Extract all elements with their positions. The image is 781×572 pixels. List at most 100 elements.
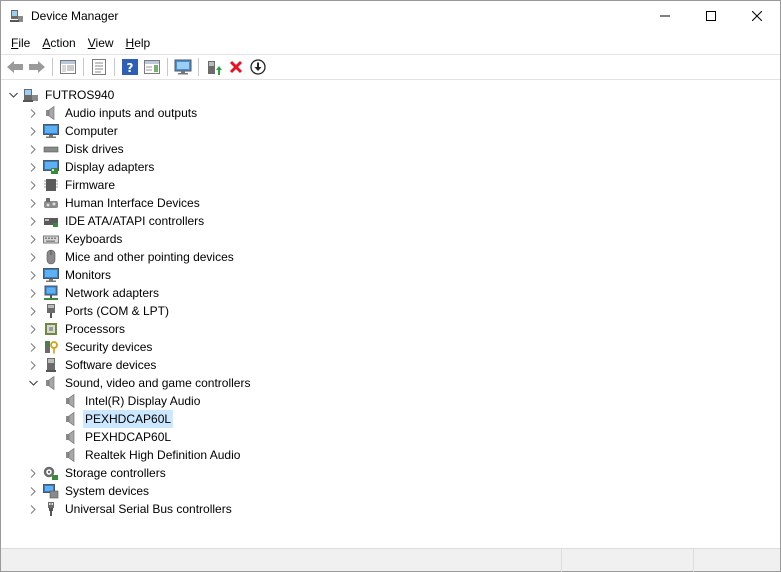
speaker-icon	[63, 447, 79, 463]
expand-toggle[interactable]	[27, 302, 39, 320]
tree-item-label: Firmware	[65, 178, 115, 192]
tree-device[interactable]: Intel(R) Display Audio	[63, 392, 202, 410]
keyboard-icon	[43, 231, 59, 247]
tree-device[interactable]: PEXHDCAP60L	[63, 428, 173, 446]
tree-category[interactable]: Storage controllers	[27, 464, 168, 482]
expand-toggle[interactable]	[27, 212, 39, 230]
tree-category[interactable]: Universal Serial Bus controllers	[27, 500, 234, 518]
mouse-icon	[43, 249, 59, 265]
expand-toggle[interactable]	[27, 338, 39, 356]
expand-toggle[interactable]	[27, 284, 39, 302]
expand-toggle[interactable]	[27, 266, 39, 284]
uninstall-device-button[interactable]	[225, 56, 247, 78]
back-button[interactable]	[4, 56, 26, 78]
enable-device-button[interactable]	[247, 56, 269, 78]
toolbar-separator	[198, 58, 199, 76]
tree-item-label: Universal Serial Bus controllers	[65, 502, 232, 516]
speaker-icon	[43, 105, 59, 121]
chevron-right-icon	[30, 360, 36, 370]
tree-device[interactable]: PEXHDCAP60L	[63, 410, 174, 428]
maximize-button[interactable]	[688, 1, 734, 31]
toolbar-separator	[83, 58, 84, 76]
chevron-down-icon	[28, 380, 38, 386]
forward-button[interactable]	[26, 56, 48, 78]
menu-label-rest: iew	[95, 36, 114, 50]
minimize-button[interactable]	[642, 1, 688, 31]
menu-view[interactable]: View	[82, 33, 120, 53]
tree-category[interactable]: Human Interface Devices	[27, 194, 202, 212]
tree-item-label: PEXHDCAP60L	[83, 410, 174, 428]
help-button[interactable]: ?	[119, 56, 141, 78]
computer-root-icon	[23, 87, 39, 103]
tree-device[interactable]: Realtek High Definition Audio	[63, 446, 242, 464]
menu-action[interactable]: Action	[36, 33, 81, 53]
chevron-right-icon	[30, 468, 36, 478]
expand-toggle[interactable]	[27, 500, 39, 518]
close-button[interactable]	[734, 1, 780, 31]
tree-category[interactable]: Keyboards	[27, 230, 124, 248]
disk-drive-icon	[43, 141, 59, 157]
tree-category[interactable]: Disk drives	[27, 140, 126, 158]
tree-category[interactable]: Monitors	[27, 266, 113, 284]
tree-category[interactable]: Ports (COM & LPT)	[27, 302, 171, 320]
tree-category[interactable]: Display adapters	[27, 158, 156, 176]
tree-category[interactable]: Audio inputs and outputs	[27, 104, 199, 122]
tree-category[interactable]: Mice and other pointing devices	[27, 248, 236, 266]
expand-toggle[interactable]	[27, 122, 39, 140]
storage-controller-icon	[43, 465, 59, 481]
expand-toggle[interactable]	[27, 320, 39, 338]
tree-item-label: Security devices	[65, 340, 153, 354]
tree-category[interactable]: Security devices	[27, 338, 154, 356]
expand-toggle[interactable]	[27, 158, 39, 176]
monitor-icon	[43, 267, 59, 283]
tree-item-label: IDE ATA/ATAPI controllers	[65, 214, 205, 228]
status-bar-pane	[561, 549, 693, 572]
tree-category[interactable]: Software devices	[27, 356, 158, 374]
update-driver-button[interactable]	[203, 56, 225, 78]
toolbar: ?	[1, 54, 780, 80]
expand-toggle[interactable]	[27, 104, 39, 122]
chevron-right-icon	[30, 126, 36, 136]
tree-item-label: Sound, video and game controllers	[65, 376, 251, 390]
expand-toggle[interactable]	[27, 482, 39, 500]
expand-toggle[interactable]	[27, 194, 39, 212]
tree-category[interactable]: Firmware	[27, 176, 117, 194]
expand-toggle[interactable]	[27, 464, 39, 482]
tree-item-label: Mice and other pointing devices	[65, 250, 234, 264]
tree-item-label: Storage controllers	[65, 466, 166, 480]
tree-category[interactable]: Computer	[27, 122, 120, 140]
expand-toggle[interactable]	[27, 176, 39, 194]
chevron-right-icon	[30, 342, 36, 352]
tree-category[interactable]: Processors	[27, 320, 127, 338]
show-hide-console-tree-button[interactable]	[57, 56, 79, 78]
expand-toggle[interactable]	[27, 140, 39, 158]
chevron-right-icon	[30, 144, 36, 154]
tree-item-label: Processors	[65, 322, 126, 336]
expand-toggle[interactable]	[27, 248, 39, 266]
scan-hardware-button[interactable]	[172, 56, 194, 78]
action-pane-button[interactable]	[141, 56, 163, 78]
menu-file[interactable]: File	[5, 33, 36, 53]
download-icon	[250, 59, 266, 75]
security-key-icon	[43, 339, 59, 355]
system-device-icon	[43, 483, 59, 499]
menu-bar: File Action View Help	[1, 32, 780, 54]
menu-help[interactable]: Help	[120, 33, 157, 53]
chevron-right-icon	[30, 198, 36, 208]
collapse-toggle[interactable]	[27, 374, 39, 392]
properties-button[interactable]	[88, 56, 110, 78]
title-bar[interactable]: Device Manager	[1, 1, 780, 31]
tree-root-node[interactable]: FUTROS940	[7, 86, 116, 104]
tree-category[interactable]: Sound, video and game controllers	[27, 374, 252, 392]
device-tree[interactable]: FUTROS940 Audio inputs and outputs Compute…	[1, 81, 780, 547]
tree-item-label: Software devices	[65, 358, 157, 372]
tree-item-label: Human Interface Devices	[65, 196, 200, 210]
port-icon	[43, 303, 59, 319]
tree-category[interactable]: System devices	[27, 482, 151, 500]
expand-toggle[interactable]	[27, 230, 39, 248]
collapse-toggle[interactable]	[7, 86, 19, 104]
tree-category[interactable]: Network adapters	[27, 284, 161, 302]
tree-category[interactable]: IDE ATA/ATAPI controllers	[27, 212, 206, 230]
expand-toggle[interactable]	[27, 356, 39, 374]
network-adapter-icon	[43, 285, 59, 301]
